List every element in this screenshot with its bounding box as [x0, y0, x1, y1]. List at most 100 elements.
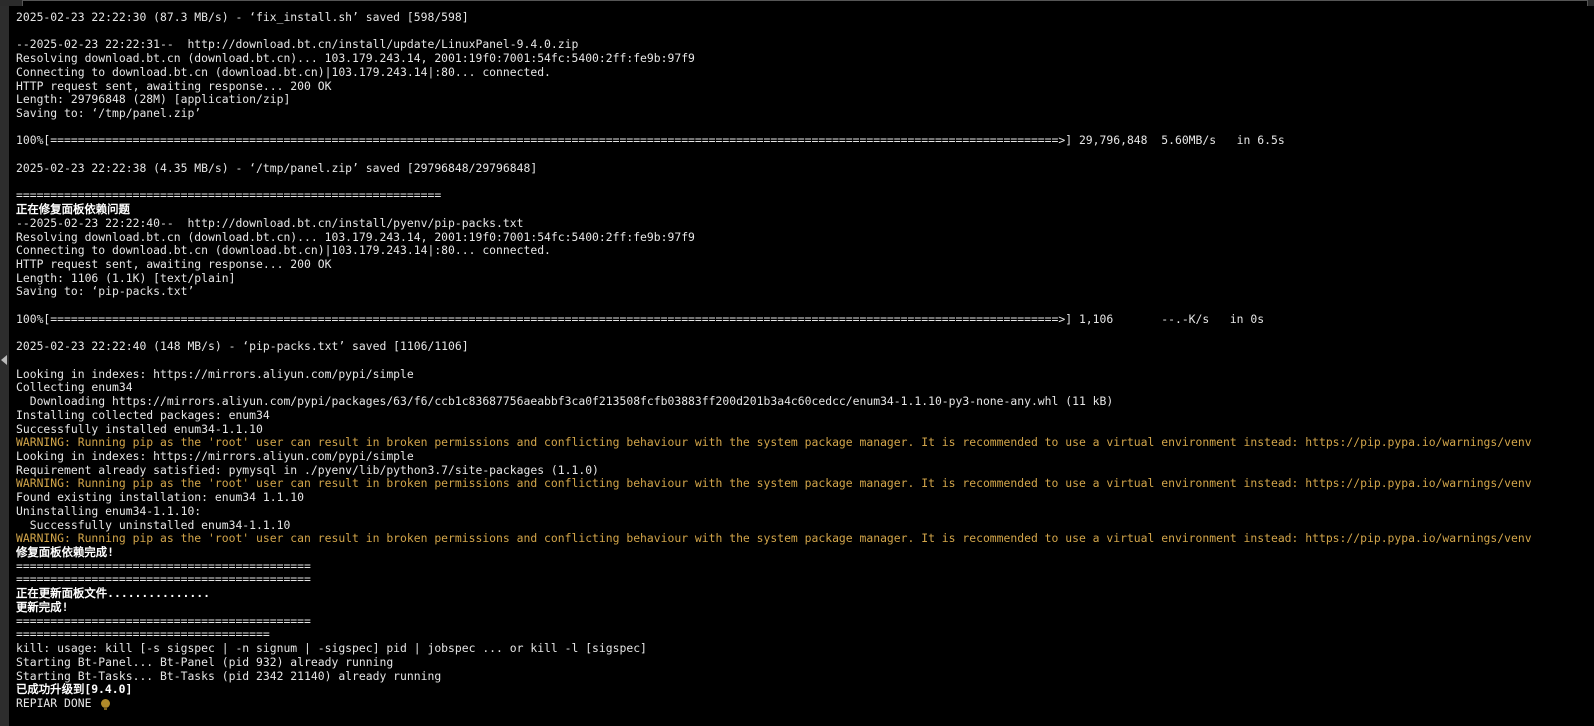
line-text: REPIAR DONE [16, 696, 92, 710]
output-line: 正在更新面板文件............... [16, 587, 1590, 601]
terminal-output[interactable]: 2025-02-23 22:22:30 (87.3 MB/s) - ‘fix_i… [16, 11, 1590, 723]
line-text: Saving to: ‘/tmp/panel.zip’ [16, 107, 202, 121]
line-text: Starting Bt-Tasks... Bt-Tasks (pid 2342 … [16, 669, 442, 683]
line-text: 正在更新面板文件............... [16, 587, 210, 601]
line-text: Length: 1106 (1.1K) [text/plain] [16, 271, 236, 285]
line-text: Requirement already satisfied: pymysql i… [16, 463, 599, 477]
line-text: Starting Bt-Panel... Bt-Panel (pid 932) … [16, 655, 394, 669]
line-text: WARNING: Running pip as the 'root' user … [16, 436, 1532, 450]
output-line: ========================================… [16, 560, 1590, 574]
output-line: Successfully installed enum34-1.1.10 [16, 423, 1590, 437]
output-line: 2025-02-23 22:22:40 (148 MB/s) - ‘pip-pa… [16, 340, 1590, 354]
line-text: 正在修复面板依赖问题 [16, 203, 130, 217]
output-line: 100%[===================================… [16, 313, 1590, 327]
line-text: ========================================… [16, 189, 442, 203]
tab-strip [0, 0, 1594, 6]
output-line: --2025-02-23 22:22:40-- http://download.… [16, 217, 1590, 231]
line-text: Resolving download.bt.cn (download.bt.cn… [16, 230, 695, 244]
line-text: Downloading https://mirrors.aliyun.com/p… [16, 395, 1114, 409]
output-line: Length: 1106 (1.1K) [text/plain] [16, 272, 1590, 286]
line-text: Collecting enum34 [16, 381, 133, 395]
output-line: Resolving download.bt.cn (download.bt.cn… [16, 231, 1590, 245]
line-text: --2025-02-23 22:22:40-- http://download.… [16, 216, 524, 230]
line-text: Saving to: ‘pip-packs.txt’ [16, 285, 195, 299]
output-line: Starting Bt-Tasks... Bt-Tasks (pid 2342 … [16, 670, 1590, 684]
line-text: Looking in indexes: https://mirrors.aliy… [16, 450, 414, 463]
line-text: ========================================… [16, 559, 311, 573]
output-line: ========================================… [16, 573, 1590, 587]
output-line: Installing collected packages: enum34 [16, 409, 1590, 423]
output-line: Requirement already satisfied: pymysql i… [16, 464, 1590, 478]
line-text: Found existing installation: enum34 1.1.… [16, 491, 305, 505]
output-line: Looking in indexes: https://mirrors.aliy… [16, 450, 1590, 464]
line-text: ===================================== [16, 628, 270, 642]
output-line: 更新完成! [16, 601, 1590, 615]
line-text: Successfully uninstalled enum34-1.1.10 [16, 518, 291, 532]
line-text: 2025-02-23 22:22:30 (87.3 MB/s) - ‘fix_i… [16, 11, 469, 24]
output-line: ===================================== [16, 628, 1590, 642]
output-line: Collecting enum34 [16, 381, 1590, 395]
line-text: Connecting to download.bt.cn (download.b… [16, 65, 551, 79]
output-line: 已成功升级到[9.4.0] [16, 683, 1590, 697]
warning-line: WARNING: Running pip as the 'root' user … [16, 477, 1590, 491]
line-text: ========================================… [16, 573, 311, 587]
output-line: --2025-02-23 22:22:31-- http://download.… [16, 38, 1590, 52]
output-line: ========================================… [16, 615, 1590, 629]
line-text: Connecting to download.bt.cn (download.b… [16, 244, 551, 258]
terminal-window: 2025-02-23 22:22:30 (87.3 MB/s) - ‘fix_i… [0, 0, 1594, 726]
line-text: HTTP request sent, awaiting response... … [16, 79, 332, 93]
line-text: 2025-02-23 22:22:40 (148 MB/s) - ‘pip-pa… [16, 340, 469, 354]
line-text: 更新完成! [16, 600, 69, 614]
output-line: Downloading https://mirrors.aliyun.com/p… [16, 395, 1590, 409]
output-line: Length: 29796848 (28M) [application/zip] [16, 93, 1590, 107]
output-line: Saving to: ‘pip-packs.txt’ [16, 285, 1590, 299]
line-text: --2025-02-23 22:22:31-- http://download.… [16, 38, 579, 52]
line-text: ========================================… [16, 614, 311, 628]
output-line: Saving to: ‘/tmp/panel.zip’ [16, 107, 1590, 121]
output-line: 2025-02-23 22:22:30 (87.3 MB/s) - ‘fix_i… [16, 11, 1590, 25]
line-text: HTTP request sent, awaiting response... … [16, 257, 332, 271]
output-line: 100%[===================================… [16, 134, 1590, 148]
line-text: Resolving download.bt.cn (download.bt.cn… [16, 52, 695, 66]
line-text: Looking in indexes: https://mirrors.aliy… [16, 367, 414, 381]
line-text: Length: 29796848 (28M) [application/zip] [16, 93, 291, 107]
output-line: HTTP request sent, awaiting response... … [16, 80, 1590, 94]
output-line: 正在修复面板依赖问题 [16, 203, 1590, 217]
output-line: 2025-02-23 22:22:38 (4.35 MB/s) - ‘/tmp/… [16, 162, 1590, 176]
line-text: WARNING: Running pip as the 'root' user … [16, 477, 1532, 491]
warning-line: WARNING: Running pip as the 'root' user … [16, 436, 1590, 450]
output-line: HTTP request sent, awaiting response... … [16, 258, 1590, 272]
line-text: 2025-02-23 22:22:38 (4.35 MB/s) - ‘/tmp/… [16, 161, 538, 175]
output-line: Resolving download.bt.cn (download.bt.cn… [16, 52, 1590, 66]
line-text: 修复面板依赖完成! [16, 546, 114, 560]
output-line: ========================================… [16, 189, 1590, 203]
output-line: Connecting to download.bt.cn (download.b… [16, 66, 1590, 80]
collapse-arrow-icon[interactable] [1, 355, 7, 365]
output-line: Connecting to download.bt.cn (download.b… [16, 244, 1590, 258]
line-text: 100%[===================================… [16, 134, 1285, 148]
output-line: REPIAR DONE [16, 697, 1590, 711]
line-text: 已成功升级到[9.4.0] [16, 683, 133, 697]
output-line: Uninstalling enum34-1.1.10: [16, 505, 1590, 519]
output-line: Looking in indexes: https://mirrors.aliy… [16, 368, 1590, 382]
terminal-tab[interactable] [22, 0, 1588, 6]
output-line: Starting Bt-Panel... Bt-Panel (pid 932) … [16, 656, 1590, 670]
output-line: Found existing installation: enum34 1.1.… [16, 491, 1590, 505]
left-collapse-gutter[interactable] [0, 6, 9, 726]
output-line: Successfully uninstalled enum34-1.1.10 [16, 519, 1590, 533]
line-text: Uninstalling enum34-1.1.10: [16, 504, 202, 518]
line-text: kill: usage: kill [-s sigspec | -n signu… [16, 642, 647, 656]
line-text: 100%[===================================… [16, 312, 1265, 326]
line-text: WARNING: Running pip as the 'root' user … [16, 532, 1532, 546]
line-text: Installing collected packages: enum34 [16, 408, 270, 422]
lightbulb-icon [101, 698, 111, 710]
output-line: 修复面板依赖完成! [16, 546, 1590, 560]
warning-line: WARNING: Running pip as the 'root' user … [16, 532, 1590, 546]
